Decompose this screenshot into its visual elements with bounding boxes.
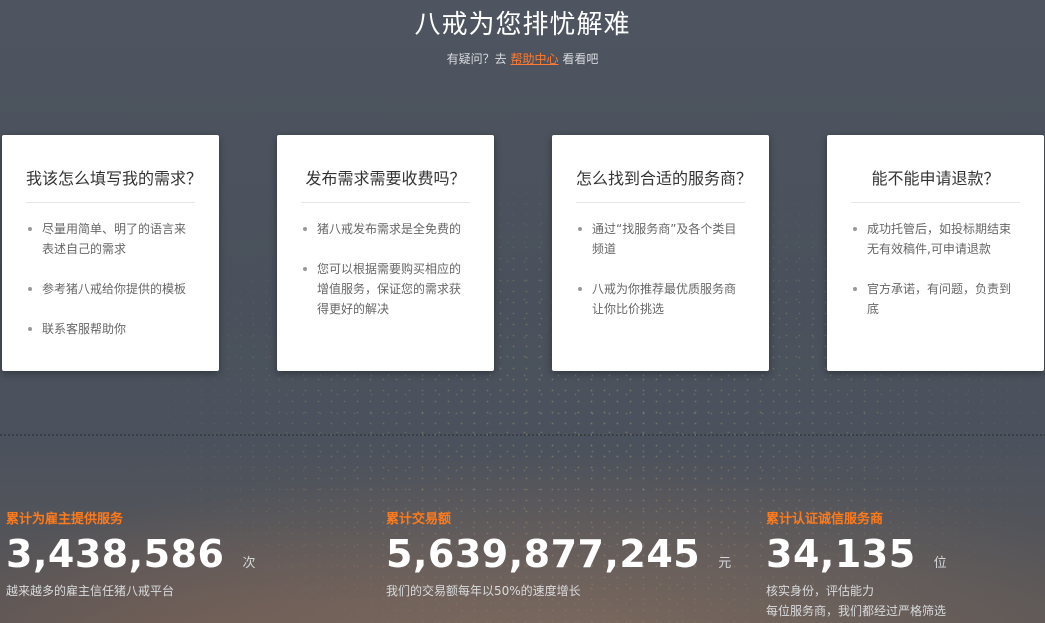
faq-card-requirement: 我该怎么填写我的需求？ 尽量用简单、明了的语言来表述自己的需求 参考猪八戒给你提… <box>2 135 219 371</box>
faq-card-item: 通过“找服务商”及各个类目频道 <box>576 219 747 259</box>
faq-card-item: 官方承诺，有问题，负责到底 <box>851 279 1022 319</box>
faq-card-list: 通过“找服务商”及各个类目频道 八戒为你推荐最优质服务商让你比价挑选 <box>576 219 747 319</box>
stat-row: 3,438,586 次 <box>6 533 255 575</box>
stat-desc-line: 每位服务商，我们都经过严格筛选 <box>766 604 947 618</box>
faq-card-item: 您可以根据需要购买相应的增值服务，保证您的需求获得更好的解决 <box>301 259 472 319</box>
faq-card-title: 我该怎么填写我的需求？ <box>26 165 202 203</box>
faq-card-title: 发布需求需要收费吗？ <box>301 165 470 203</box>
help-header: 八戒为您排忧解难 有疑问？去 帮助中心 看看吧 <box>0 4 1045 67</box>
stat-desc-line: 越来越多的雇主信任猪八戒平台 <box>6 584 175 598</box>
faq-card-title: 能不能申请退款？ <box>851 165 1020 203</box>
faq-card-item: 成功托管后，如投标期结束无有效稿件,可申请退款 <box>851 219 1022 259</box>
stat-unit: 次 <box>242 556 256 571</box>
stat-row: 34,135 位 <box>766 533 947 575</box>
faq-card-refund: 能不能申请退款？ 成功托管后，如投标期结束无有效稿件,可申请退款 官方承诺，有问… <box>827 135 1044 371</box>
stat-transactions: 累计交易额 5,639,877,245 元 我们的交易额每年以50%的速度增长 <box>386 508 731 601</box>
faq-card-item: 尽量用简单、明了的语言来表述自己的需求 <box>26 219 197 259</box>
faq-card-list: 尽量用简单、明了的语言来表述自己的需求 参考猪八戒给你提供的模板 联系客服帮助你 <box>26 219 197 339</box>
stat-value: 5,639,877,245 <box>386 532 701 576</box>
stat-value: 3,438,586 <box>6 532 225 576</box>
faq-card-item: 八戒为你推荐最优质服务商让你比价挑选 <box>576 279 747 319</box>
stat-row: 5,639,877,245 元 <box>386 533 731 575</box>
faq-card-item: 联系客服帮助你 <box>26 319 197 339</box>
stat-label: 累计认证诚信服务商 <box>766 512 884 527</box>
subtitle-suffix: 看看吧 <box>562 52 599 66</box>
stat-services: 累计为雇主提供服务 3,438,586 次 越来越多的雇主信任猪八戒平台 <box>6 508 255 601</box>
stat-desc-line: 我们的交易额每年以50%的速度增长 <box>386 584 581 598</box>
stat-desc-line: 核实身份，评估能力 <box>766 584 875 598</box>
stat-label: 累计为雇主提供服务 <box>6 512 124 527</box>
stat-description: 越来越多的雇主信任猪八戒平台 <box>6 581 255 601</box>
stat-description: 我们的交易额每年以50%的速度增长 <box>386 581 731 601</box>
stat-value: 34,135 <box>766 532 916 576</box>
faq-card-item: 参考猪八戒给你提供的模板 <box>26 279 197 299</box>
help-subtitle: 有疑问？去 帮助中心 看看吧 <box>0 50 1045 67</box>
faq-cards: 我该怎么填写我的需求？ 尽量用简单、明了的语言来表述自己的需求 参考猪八戒给你提… <box>0 135 1045 371</box>
page-title: 八戒为您排忧解难 <box>414 10 631 40</box>
faq-card-item: 猪八戒发布需求是全免费的 <box>301 219 472 239</box>
faq-card-list: 成功托管后，如投标期结束无有效稿件,可申请退款 官方承诺，有问题，负责到底 <box>851 219 1022 319</box>
stat-unit: 位 <box>933 556 947 571</box>
faq-card-title: 怎么找到合适的服务商？ <box>576 165 752 203</box>
faq-card-fee: 发布需求需要收费吗？ 猪八戒发布需求是全免费的 您可以根据需要购买相应的增值服务… <box>277 135 494 371</box>
help-center-link[interactable]: 帮助中心 <box>510 52 558 66</box>
subtitle-prefix: 有疑问？去 <box>446 52 507 66</box>
stat-unit: 元 <box>718 556 732 571</box>
stat-label: 累计交易额 <box>386 512 452 527</box>
faq-card-find-provider: 怎么找到合适的服务商？ 通过“找服务商”及各个类目频道 八戒为你推荐最优质服务商… <box>552 135 769 371</box>
section-divider <box>0 434 1045 436</box>
stat-verified-providers: 累计认证诚信服务商 34,135 位 核实身份，评估能力 每位服务商，我们都经过… <box>766 508 947 621</box>
stat-description: 核实身份，评估能力 每位服务商，我们都经过严格筛选 <box>766 581 947 621</box>
faq-card-list: 猪八戒发布需求是全免费的 您可以根据需要购买相应的增值服务，保证您的需求获得更好… <box>301 219 472 319</box>
